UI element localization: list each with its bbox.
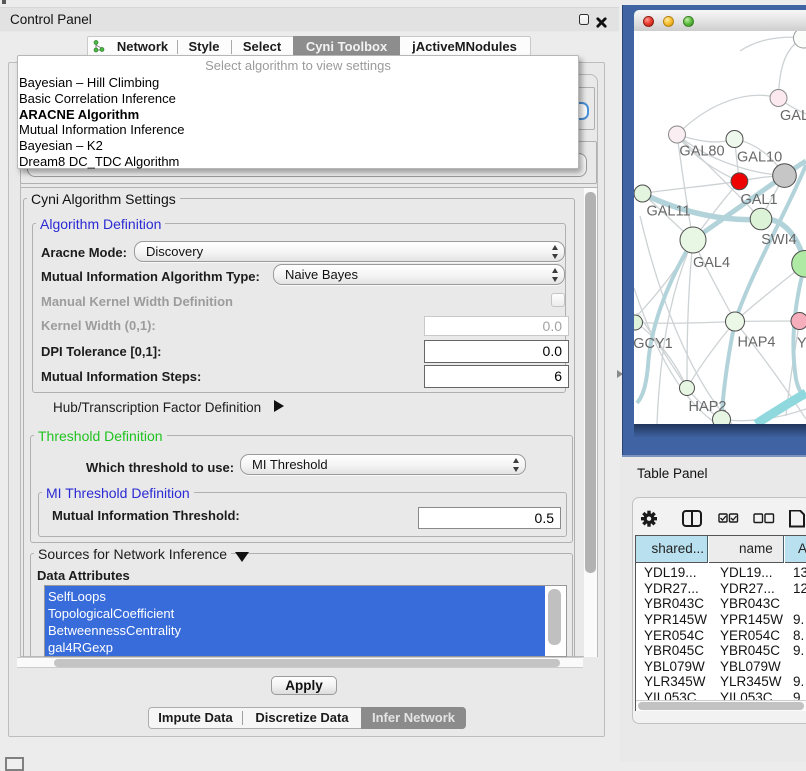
svg-text:GAL10: GAL10 <box>737 150 782 166</box>
svg-text:GAL1: GAL1 <box>740 192 777 208</box>
svg-text:HAP4: HAP4 <box>738 335 776 351</box>
svg-text:GCY1: GCY1 <box>634 336 673 352</box>
svg-text:SWI4: SWI4 <box>761 232 796 248</box>
svg-text:GAL7: GAL7 <box>780 108 806 124</box>
svg-text:GAL4: GAL4 <box>693 255 730 271</box>
svg-text:Y: Y <box>797 336 806 352</box>
svg-text:GAL11: GAL11 <box>646 204 690 220</box>
svg-text:GAL80: GAL80 <box>679 144 724 160</box>
svg-text:HAP2: HAP2 <box>689 399 727 415</box>
